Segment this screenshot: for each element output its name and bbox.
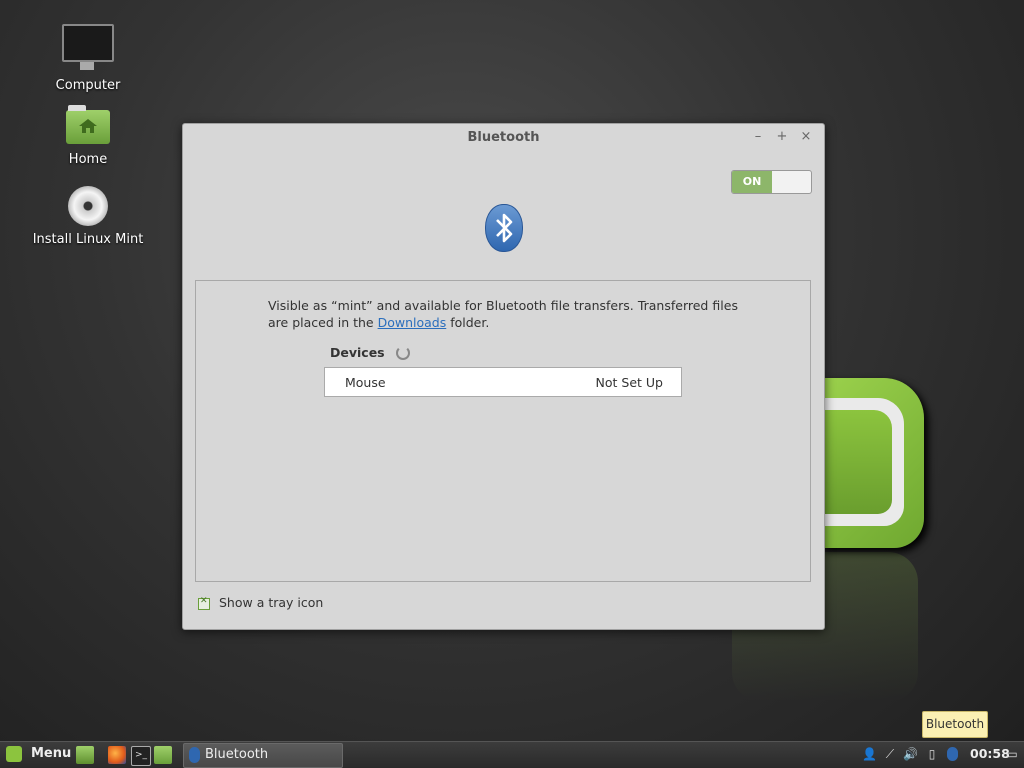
bluetooth-power-toggle[interactable]: ON xyxy=(731,170,812,194)
bluetooth-tooltip: Bluetooth xyxy=(922,711,988,738)
devices-heading: Devices xyxy=(330,345,385,360)
desktop-icon-label: Home xyxy=(68,152,108,167)
files-icon[interactable] xyxy=(154,746,172,764)
task-label: Bluetooth xyxy=(205,747,269,762)
computer-icon xyxy=(62,24,114,70)
desktop-icon-install[interactable]: Install Linux Mint xyxy=(28,186,148,247)
terminal-icon[interactable]: >_ xyxy=(131,746,151,766)
workspace-switcher-icon[interactable]: ▭ xyxy=(1005,747,1019,761)
desktop-icon-label: Computer xyxy=(55,78,121,93)
device-status: Not Set Up xyxy=(595,375,663,390)
home-folder-icon xyxy=(66,105,110,144)
volume-icon[interactable]: 🔊 xyxy=(903,747,918,761)
bluetooth-window: Bluetooth – + × ON Visible as “mint” and… xyxy=(182,123,825,630)
taskbar-window-bluetooth[interactable]: Bluetooth xyxy=(183,743,343,768)
desktop-icon-label: Install Linux Mint xyxy=(32,232,144,247)
devices-panel: Visible as “mint” and available for Blue… xyxy=(195,280,811,582)
show-tray-icon-checkbox[interactable] xyxy=(198,596,210,610)
show-desktop-icon[interactable] xyxy=(76,746,94,764)
desktop-icon-home[interactable]: Home xyxy=(28,105,148,167)
user-icon[interactable]: 👤 xyxy=(862,747,877,761)
firefox-icon[interactable] xyxy=(108,746,126,764)
mint-menu-icon xyxy=(6,746,22,762)
device-list-item[interactable]: Mouse Not Set Up xyxy=(324,367,682,397)
network-icon[interactable]: ⟋ xyxy=(883,747,897,761)
window-title: Bluetooth xyxy=(467,130,540,145)
close-button[interactable]: × xyxy=(799,129,813,145)
visibility-description: Visible as “mint” and available for Blue… xyxy=(268,298,738,330)
window-titlebar[interactable]: Bluetooth – + × xyxy=(183,124,824,152)
bluetooth-task-icon xyxy=(189,747,200,763)
disc-icon xyxy=(68,186,108,226)
loading-spinner-icon xyxy=(396,346,410,360)
wallpaper-mint-logo xyxy=(820,378,924,548)
device-name: Mouse xyxy=(345,375,386,390)
maximize-button[interactable]: + xyxy=(775,129,789,145)
bluetooth-tray-icon[interactable] xyxy=(947,747,958,761)
taskbar: Menu >_ Bluetooth 👤 ⟋ 🔊 ▯ 00:58 ▭ xyxy=(0,741,1024,768)
minimize-button[interactable]: – xyxy=(751,129,765,145)
bluetooth-icon xyxy=(485,204,523,252)
toggle-on-label: ON xyxy=(732,171,772,193)
downloads-link[interactable]: Downloads xyxy=(378,315,447,330)
desktop-icon-computer[interactable]: Computer xyxy=(28,24,148,93)
show-tray-icon-label[interactable]: Show a tray icon xyxy=(219,595,323,610)
menu-label: Menu xyxy=(31,746,72,761)
battery-icon[interactable]: ▯ xyxy=(925,747,939,761)
clock[interactable]: 00:58 xyxy=(970,746,1010,761)
